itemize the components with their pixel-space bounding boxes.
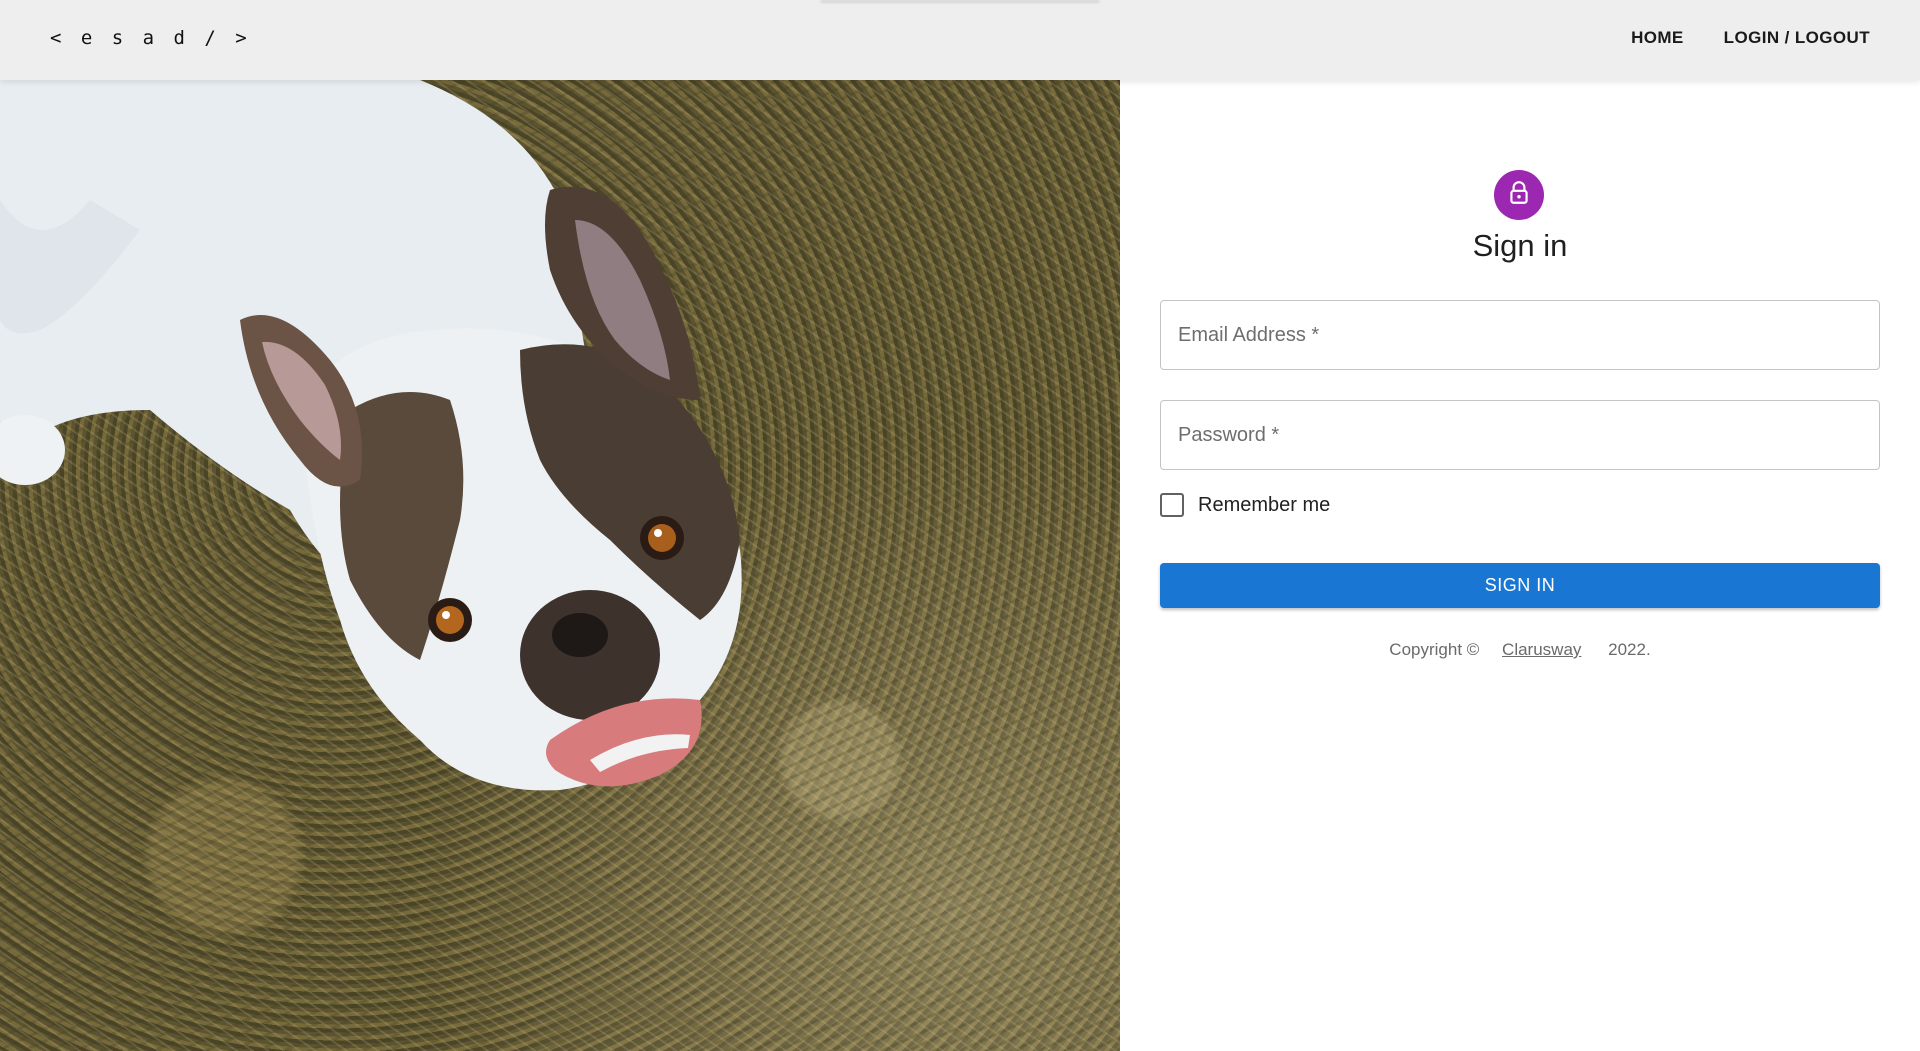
copyright-footer: Copyright © Clarusway 2022. xyxy=(1120,640,1920,660)
copyright-year: 2022. xyxy=(1608,640,1651,659)
remember-me-checkbox[interactable] xyxy=(1160,493,1184,517)
lock-avatar xyxy=(1494,170,1544,220)
sign-in-button[interactable]: SIGN IN xyxy=(1160,563,1880,608)
french-bulldog-image xyxy=(0,80,742,791)
remember-me-option[interactable]: Remember me xyxy=(1160,493,1330,517)
clarusway-link[interactable]: Clarusway xyxy=(1502,640,1581,659)
signin-panel: Sign in Remember me SIGN IN Copyright © … xyxy=(1120,80,1920,1051)
page-title: Sign in xyxy=(1472,228,1568,263)
nav-home-link[interactable]: HOME xyxy=(1631,28,1684,48)
remember-me-label: Remember me xyxy=(1198,493,1331,516)
nav-links: HOME LOGIN / LOGOUT xyxy=(1631,28,1870,48)
lock-icon xyxy=(1506,180,1532,211)
hero-dog-photo xyxy=(0,80,1120,1051)
email-field xyxy=(1160,300,1880,370)
top-navbar: < e s a d / > HOME LOGIN / LOGOUT xyxy=(0,0,1920,80)
nav-login-logout-link[interactable]: LOGIN / LOGOUT xyxy=(1724,28,1870,48)
email-input[interactable] xyxy=(1161,301,1879,369)
copyright-prefix: Copyright © xyxy=(1389,640,1480,659)
brand-logo[interactable]: < e s a d / > xyxy=(50,27,251,49)
navbar-shadow-hint xyxy=(820,0,1100,3)
password-field xyxy=(1160,400,1880,470)
password-input[interactable] xyxy=(1161,401,1879,469)
